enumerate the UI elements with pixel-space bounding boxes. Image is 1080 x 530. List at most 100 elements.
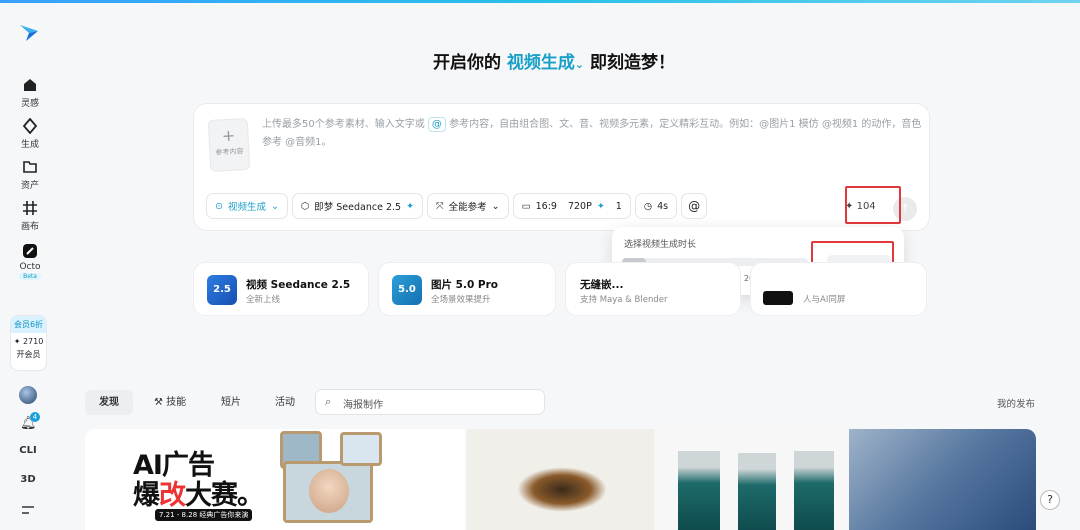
search-value: 海报制作: [343, 400, 383, 411]
sidebar-item-octo[interactable]: Octo Beta: [0, 243, 60, 280]
feature-card-video[interactable]: 2.5 视频 Seedance 2.5 全新上线: [193, 262, 369, 316]
mention-chip: @: [427, 117, 446, 132]
member-card[interactable]: 会员6折 ✦ 2710 开会员: [10, 315, 47, 371]
sidebar-item-canvas[interactable]: 画布: [0, 200, 60, 232]
folder-icon: [23, 161, 37, 173]
reference-upload-label: 参考内容: [215, 147, 244, 157]
gallery-item-characters[interactable]: [656, 429, 847, 530]
gallery-item-ad-contest[interactable]: AI广告 爆改大赛。 7.21 - 8.28 经典广告你来演: [85, 429, 465, 530]
feature-card-plugin[interactable]: 无缝嵌... 支持 Maya & Blender: [565, 262, 741, 316]
duration-label: 4s: [657, 200, 669, 212]
cube-icon: ⬡: [300, 200, 310, 212]
feature-thumb: [763, 291, 793, 305]
prompt-card: + 参考内容 上传最多50个参考素材、输入文字或 @ 参考内容，自由组合图、文、…: [193, 103, 930, 231]
character-figure: [678, 451, 720, 530]
chevron-down-icon: ⌄: [574, 58, 585, 71]
reference-upload-button[interactable]: + 参考内容: [207, 117, 251, 173]
ad-title-part: 大赛。: [185, 480, 264, 511]
help-button[interactable]: ?: [1040, 490, 1060, 510]
feature-title: 无缝嵌...: [580, 279, 624, 291]
notification-badge: 4: [30, 412, 40, 422]
arrow-up-icon: ↑: [900, 202, 910, 215]
mode-switcher[interactable]: 视频生成⌄: [507, 53, 584, 73]
clock-icon: ◷: [643, 200, 653, 212]
feature-subtitle: 人与AI同屏: [803, 295, 846, 305]
search-input[interactable]: ⌕ 海报制作: [315, 389, 545, 415]
menu-icon[interactable]: [21, 505, 35, 515]
duration-selector[interactable]: ◷ 4s: [634, 193, 678, 219]
beta-badge: Beta: [19, 273, 41, 280]
feature-subtitle: 支持 Maya & Blender: [580, 295, 668, 305]
top-accent-line: [0, 0, 1080, 3]
mode-dropdown-label: 视频生成: [227, 202, 266, 213]
tv-illustration: [340, 432, 382, 466]
feature-title: 图片 5.0 Pro: [431, 279, 498, 291]
search-icon: ⌕: [325, 395, 332, 408]
tab-shorts[interactable]: 短片: [207, 390, 255, 415]
feature-subtitle: 全场景效果提升: [431, 295, 491, 305]
canvas-grid-icon: [23, 201, 37, 215]
sidebar-item-label: 灵感: [20, 99, 39, 109]
sparkle-icon: ✦: [596, 200, 605, 212]
character-figure: [794, 451, 834, 530]
points-value: 2710: [22, 337, 44, 346]
model-label: 即梦 Seedance 2.5: [314, 202, 402, 213]
abstract-artwork: [517, 467, 607, 512]
prompt-input[interactable]: 上传最多50个参考素材、输入文字或 @ 参考内容，自由组合图、文、音、视频多元素…: [262, 116, 922, 152]
sidebar-item-assets[interactable]: 资产: [0, 159, 60, 191]
feature-thumb: 2.5: [207, 275, 237, 305]
sidebar-item-label: 画布: [20, 222, 39, 232]
title-suffix: 即刻造梦！: [590, 53, 676, 73]
mode-label: 视频生成: [506, 53, 575, 73]
gallery-item-creature[interactable]: [849, 429, 1036, 530]
member-discount-tag: 会员6折: [11, 316, 46, 333]
sidebar-item-inspiration[interactable]: 灵感: [0, 77, 60, 109]
3d-button[interactable]: 3D: [0, 474, 56, 485]
tab-skills[interactable]: ⚒ 技能: [140, 390, 200, 415]
sidebar-item-generate[interactable]: 生成: [0, 118, 60, 150]
chevron-down-icon: ⌄: [270, 200, 279, 212]
chevron-down-icon: ⌄: [491, 200, 500, 212]
reference-mode-label: 全能参考: [448, 202, 487, 213]
character-figure: [738, 453, 776, 530]
tab-label: 技能: [166, 397, 187, 408]
app-logo-icon[interactable]: [18, 21, 40, 43]
reference-mode-dropdown[interactable]: ⤧ 全能参考 ⌄: [427, 193, 509, 219]
sparkle-icon: ✦: [13, 337, 21, 346]
avatar[interactable]: [19, 386, 37, 404]
feature-subtitle: 全新上线: [246, 295, 281, 305]
ratio-resolution-selector[interactable]: ▭ 16:9 720P ✦ 1: [512, 193, 631, 219]
tab-events[interactable]: 活动: [261, 390, 309, 415]
model-dropdown[interactable]: ⬡ 即梦 Seedance 2.5 ✦: [291, 193, 424, 219]
tab-discover[interactable]: 发现: [85, 390, 133, 415]
ratio-label: 16:9: [535, 200, 557, 212]
gallery-item-abstract[interactable]: [467, 429, 654, 530]
aspect-ratio-icon: ▭: [521, 200, 531, 212]
sidebar-item-label: 资产: [20, 181, 39, 191]
home-icon: [24, 79, 36, 91]
sidebar: 灵感 生成 资产 画布 Octo Beta 会员6折 ✦ 2710 开会员 🔔︎…: [0, 3, 60, 530]
sidebar-item-label: 生成: [20, 140, 39, 150]
cli-button[interactable]: CLI: [0, 445, 56, 456]
video-gen-icon: ⊙: [215, 200, 223, 212]
popover-title: 选择视频生成时长: [624, 240, 697, 250]
sparkle-diamond-icon: [22, 118, 38, 134]
ad-date-badge: 7.21 - 8.28 经典广告你来演: [155, 509, 253, 521]
ad-title-highlight: 改: [159, 480, 186, 511]
my-publish-link[interactable]: 我的发布: [997, 396, 1035, 410]
octo-icon: [23, 244, 37, 258]
reference-icon: ⤧: [436, 200, 444, 212]
resolution-label: 720P: [567, 200, 592, 212]
mention-button[interactable]: @: [681, 193, 708, 219]
page-title: 开启你的 视频生成⌄ 即刻造梦！: [0, 48, 1080, 73]
count-label: 1: [615, 200, 622, 212]
person-portrait: [309, 469, 349, 513]
feature-card-ai-screen[interactable]: 人与AI同屏: [750, 262, 927, 316]
open-membership-label: 开会员: [16, 350, 41, 359]
sidebar-item-label: Octo: [19, 262, 41, 272]
feature-card-image[interactable]: 5.0 图片 5.0 Pro 全场景效果提升: [378, 262, 556, 316]
highlight-box-credits: [845, 186, 901, 224]
feature-thumb: 5.0: [392, 275, 422, 305]
mode-dropdown[interactable]: ⊙ 视频生成 ⌄: [206, 193, 288, 219]
ad-title-line1: AI广告: [133, 450, 215, 481]
